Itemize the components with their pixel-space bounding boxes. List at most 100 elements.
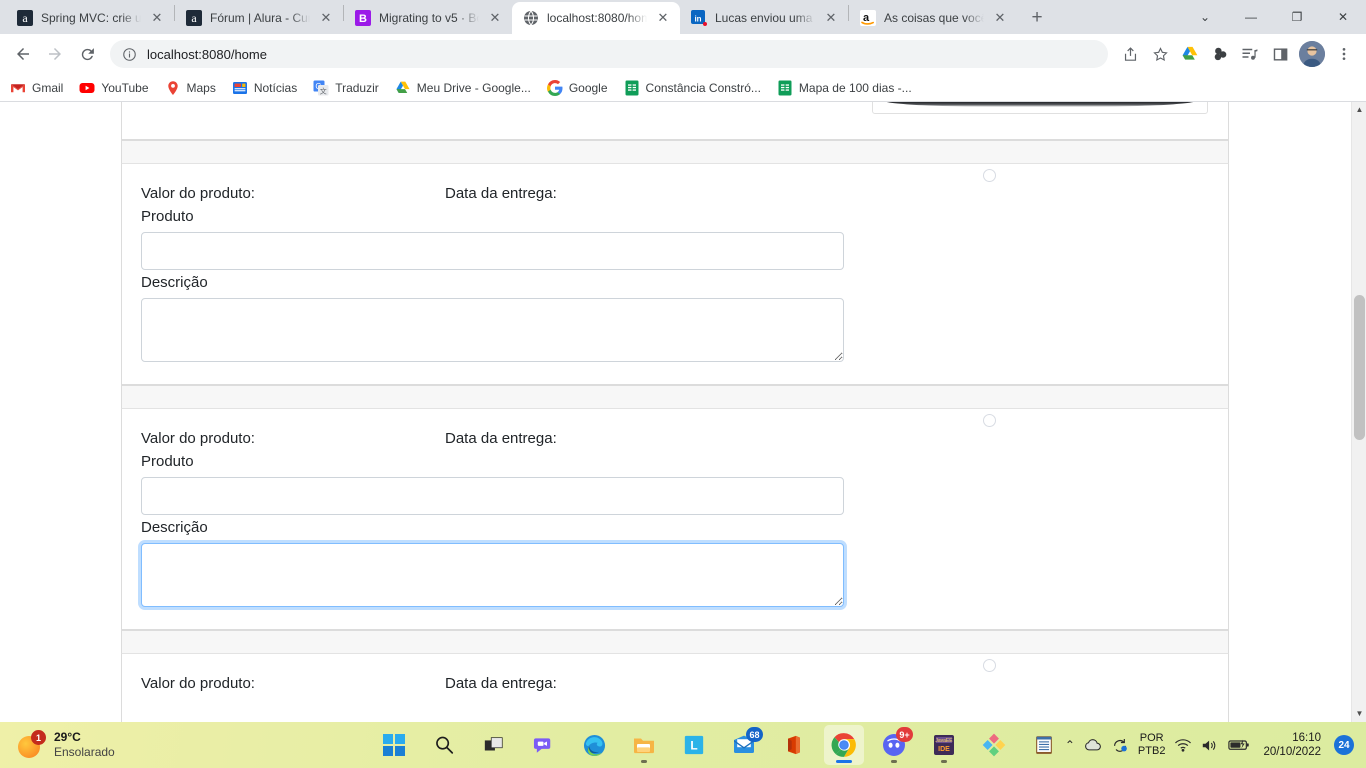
running-indicator [836,760,852,763]
card-radio-slot-1[interactable] [983,169,996,182]
system-tray: ⌃ POR PTB2 16:10 20/10/2022 24 [1065,731,1366,760]
bookmark-mapa-100-dias[interactable]: Mapa de 100 dias -... [777,80,912,96]
bookmark-noticias[interactable]: Notícias [232,80,297,96]
side-panel-icon[interactable] [1266,40,1294,68]
radio-button-icon[interactable] [983,169,996,182]
gmail-icon [10,80,26,96]
data-da-entrega-label: Data da entrega: [445,675,557,692]
minimize-button[interactable]: — [1228,1,1274,33]
browser-tab-2[interactable]: a Fórum | Alura - Cursos ✕ [175,2,343,34]
share-icon[interactable] [1116,40,1144,68]
task-view-button[interactable] [474,725,514,765]
sync-icon[interactable] [1111,736,1129,754]
new-tab-button[interactable]: + [1023,3,1051,31]
avatar[interactable] [1299,41,1325,67]
clock[interactable]: 16:10 20/10/2022 [1259,731,1325,760]
card-radio-slot-3[interactable] [983,659,996,672]
weather-widget[interactable]: 1 29°C Ensolarado [0,730,330,760]
news-icon [232,80,248,96]
windows-logo-icon [383,734,405,756]
reload-icon[interactable] [72,39,102,69]
tab-title: Fórum | Alura - Cursos [210,11,310,25]
google-drive-icon[interactable] [1176,40,1204,68]
notepad-button[interactable] [1024,725,1064,765]
mail-badge: 68 [746,727,763,742]
bookmark-gmail[interactable]: Gmail [10,80,63,96]
mail-button[interactable]: 68 [724,725,764,765]
browser-tab-4-active[interactable]: localhost:8080/home ✕ [512,2,680,34]
bookmark-traduzir[interactable]: G文 Traduzir [313,80,379,96]
close-icon[interactable]: ✕ [318,10,334,26]
bookmark-google[interactable]: Google [546,79,608,96]
bookmark-youtube[interactable]: YouTube [79,80,149,96]
valor-do-produto-label: Valor do produto: [141,675,255,692]
chat-button[interactable] [524,725,564,765]
bookmark-label: Meu Drive - Google... [416,80,531,95]
tray-overflow-chevron-icon[interactable]: ⌃ [1065,738,1075,752]
edge-button[interactable] [574,725,614,765]
language-line-2: PTB2 [1137,745,1166,757]
browser-tab-1[interactable]: a Spring MVC: crie um w ✕ [6,2,174,34]
browser-tab-6[interactable]: a As coisas que você só ✕ [849,2,1017,34]
scroll-up-arrow-icon[interactable]: ▲ [1352,102,1366,118]
onedrive-cloud-icon[interactable] [1084,738,1102,752]
wifi-icon[interactable] [1174,738,1192,752]
address-bar-url[interactable]: localhost:8080/home [147,47,267,62]
scroll-down-arrow-icon[interactable]: ▼ [1352,706,1366,722]
maximize-button[interactable]: ❐ [1274,1,1320,33]
descricao-textarea-focused[interactable] [141,543,844,607]
libreoffice-button[interactable]: L [674,725,714,765]
tab-search-icon[interactable]: ⌄ [1182,1,1228,33]
bookmark-label: YouTube [101,80,149,95]
radio-button-icon[interactable] [983,414,996,427]
speaker-icon[interactable] [1201,738,1219,753]
bookmark-label: Maps [186,80,216,95]
address-bar[interactable]: localhost:8080/home [110,40,1108,68]
bookmark-label: Mapa de 100 dias -... [798,80,912,95]
globe-icon [523,10,539,26]
page-scrollbar[interactable]: ▲ ▼ [1351,102,1366,722]
start-button[interactable] [374,725,414,765]
descricao-label: Descrição [141,519,208,536]
card-radio-slot-2[interactable] [983,414,996,427]
produto-input[interactable] [141,232,844,270]
office-button[interactable] [774,725,814,765]
sublime-merge-button[interactable] [974,725,1014,765]
close-icon[interactable]: ✕ [823,10,839,26]
radio-button-icon[interactable] [983,659,996,672]
browser-tab-3[interactable]: B Migrating to v5 · Boot ✕ [344,2,512,34]
notification-count-badge[interactable]: 24 [1334,735,1354,755]
libreoffice-icon: L [684,735,704,755]
file-explorer-button[interactable] [624,725,664,765]
info-circle-icon[interactable] [122,47,137,62]
battery-charging-icon[interactable] [1228,738,1250,752]
bookmarks-bar: Gmail YouTube Maps Notícias G文 Traduzir [0,74,1366,102]
back-icon[interactable] [8,39,38,69]
bookmark-constancia[interactable]: Constância Constró... [624,80,761,96]
javaide-button[interactable]: IDE JavaEE [924,725,964,765]
forward-icon[interactable] [40,39,70,69]
extension-puzzle-icon[interactable] [1206,40,1234,68]
close-icon[interactable]: ✕ [655,10,671,26]
produto-input[interactable] [141,477,844,515]
close-icon[interactable]: ✕ [149,10,165,26]
sublime-merge-icon [982,733,1006,757]
java-ide-icon: IDE JavaEE [934,735,954,755]
bookmark-meu-drive[interactable]: Meu Drive - Google... [395,80,531,96]
chrome-button[interactable] [824,725,864,765]
close-icon[interactable]: ✕ [487,10,503,26]
search-button[interactable] [424,725,464,765]
bookmark-maps[interactable]: Maps [165,80,216,96]
clock-date: 20/10/2022 [1263,746,1321,758]
discord-button[interactable]: 9+ [874,725,914,765]
scrollbar-thumb[interactable] [1354,295,1365,440]
bookmark-star-icon[interactable] [1146,40,1174,68]
browser-tab-5[interactable]: in Lucas enviou uma me ✕ [680,2,848,34]
youtube-icon [79,80,95,96]
descricao-textarea[interactable] [141,298,844,362]
reading-list-icon[interactable] [1236,40,1264,68]
three-dots-menu-icon[interactable] [1330,40,1358,68]
close-window-button[interactable]: ✕ [1320,1,1366,33]
language-indicator[interactable]: POR PTB2 [1138,732,1166,758]
close-icon[interactable]: ✕ [992,10,1008,26]
